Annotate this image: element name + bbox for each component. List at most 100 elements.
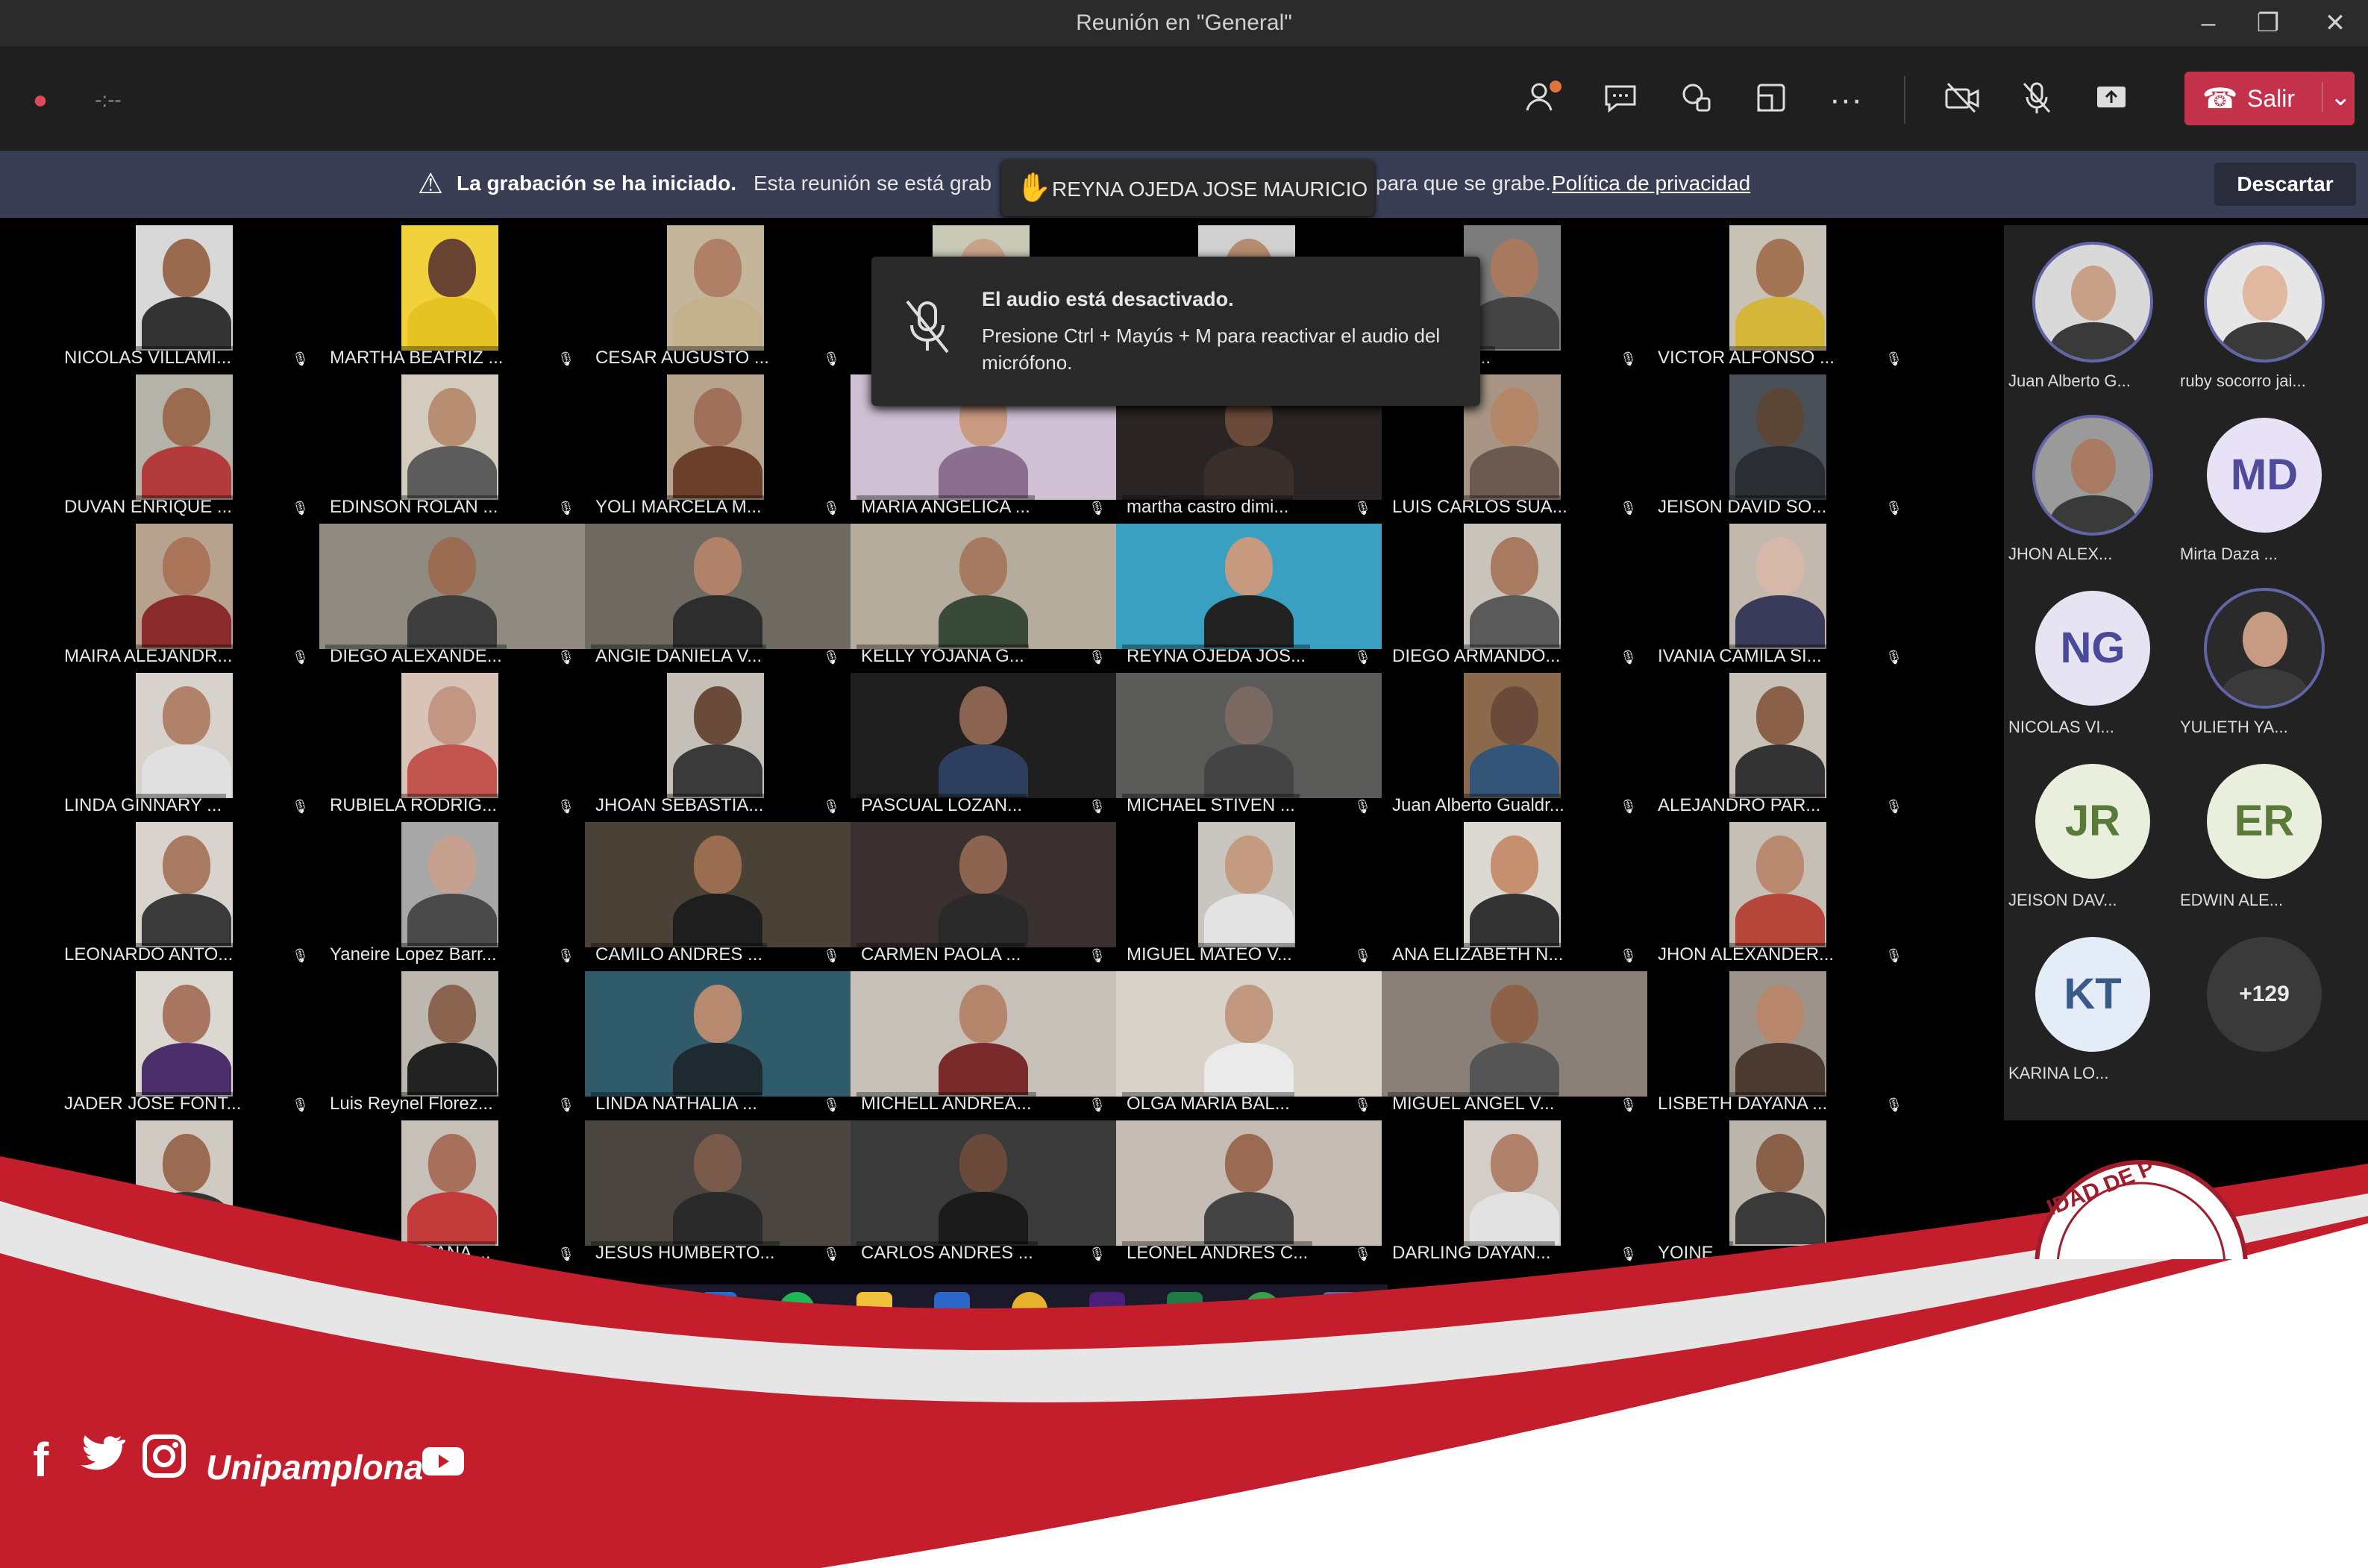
teams-icon[interactable]: [1322, 1292, 1358, 1328]
video-tile[interactable]: MIGUEL ANGEL V... 🎙: [1382, 971, 1647, 1119]
excel-icon[interactable]: [1167, 1292, 1203, 1328]
video-tile[interactable]: LISBETH DAYANA ... 🎙: [1647, 971, 1913, 1119]
video-tile[interactable]: CARLOS ANDRES ... 🎙: [851, 1120, 1116, 1268]
avatar-body: [2050, 322, 2137, 360]
video-tile[interactable]: DARLING DAYAN... 🎙: [1382, 1120, 1647, 1268]
mic-muted-icon: 🎙: [557, 501, 574, 515]
close-icon[interactable]: ✕: [2313, 4, 2358, 42]
gallery-participant[interactable]: ER EDWIN ALE...: [2176, 744, 2325, 918]
chrome-icon[interactable]: [1012, 1292, 1047, 1328]
mic-off-icon[interactable]: [2014, 78, 2059, 122]
participant-face: [163, 985, 210, 1043]
participant-name: CAMILO ANDRES ...: [591, 943, 768, 967]
video-tile[interactable]: KELLY YOJANA G... 🎙: [851, 524, 1116, 671]
participant-name: Luis Reynel Florez...: [325, 1092, 498, 1116]
video-tile[interactable]: DUVAN ENRIQUE ... 🎙: [54, 374, 319, 522]
video-tile[interactable]: MARTHA BEATRIZ ... 🎙: [319, 225, 585, 373]
video-tile[interactable]: JESUS HUMBERTO... 🎙: [585, 1120, 851, 1268]
mic-muted-icon: 🎙: [1885, 948, 1902, 963]
spotify-icon[interactable]: [779, 1292, 815, 1328]
video-tile[interactable]: ...ANNY JHOANA ... 🎙: [319, 1120, 585, 1268]
video-tile[interactable]: Yaneire Lopez Barr... 🎙: [319, 822, 585, 970]
minimize-icon[interactable]: –: [2186, 4, 2231, 42]
gallery-participant[interactable]: JR JEISON DAV...: [2004, 744, 2153, 918]
video-tile[interactable]: ANGIE DANIELA V... 🎙: [585, 524, 851, 671]
video-tile[interactable]: RUBIELA RODRIG... 🎙: [319, 673, 585, 821]
gallery-participant[interactable]: NG NICOLAS VI...: [2004, 571, 2153, 744]
folder-icon[interactable]: [856, 1292, 892, 1328]
rooms-icon[interactable]: [1749, 78, 1794, 122]
youtube-icon[interactable]: [421, 1444, 466, 1484]
video-tile[interactable]: EDINSON ROLAN ... 🎙: [319, 374, 585, 522]
privacy-policy-link[interactable]: Política de privacidad: [1552, 172, 1750, 195]
avatar-face: [2243, 612, 2287, 667]
gallery-participant[interactable]: JHON ALEX...: [2004, 398, 2153, 571]
gallery-participant[interactable]: +129: [2176, 918, 2325, 1091]
video-tile[interactable]: JEISON DAVID SO... 🎙: [1647, 374, 1913, 522]
video-tile[interactable]: YOLI MARCELA M... 🎙: [585, 374, 851, 522]
chat-icon[interactable]: [1598, 78, 1643, 122]
video-tile[interactable]: ANA ELIZABETH N... 🎙: [1382, 822, 1647, 970]
video-tile[interactable]: DIEGO ARMANDO... 🎙: [1382, 524, 1647, 671]
video-tile[interactable]: CESAR AUGUSTO ... 🎙: [585, 225, 851, 373]
camera-off-icon[interactable]: [1940, 78, 1985, 122]
more-icon[interactable]: ···: [1823, 78, 1868, 122]
video-tile[interactable]: NICOLAS VILLAMI... 🎙: [54, 225, 319, 373]
video-tile[interactable]: YOINE... 🎙: [1647, 1120, 1913, 1268]
gallery-participant[interactable]: KT KARINA LO...: [2004, 918, 2153, 1091]
raised-hand-icon: ✋: [1016, 172, 1052, 204]
video-tile[interactable]: REYNA OJEDA JOS... 🎙: [1116, 524, 1382, 671]
reactions-icon[interactable]: [1674, 78, 1719, 122]
instagram-icon[interactable]: [140, 1432, 188, 1491]
video-tile[interactable]: LEONARDO ANTO... 🎙: [54, 822, 319, 970]
video-tile[interactable]: IVANIA CAMILA SI... 🎙: [1647, 524, 1913, 671]
video-tile[interactable]: MICHELL ANDREA... 🎙: [851, 971, 1116, 1119]
participant-face: [1225, 835, 1273, 894]
video-tile[interactable]: LINDA GINNARY ... 🎙: [54, 673, 319, 821]
participant-body: [1735, 446, 1825, 498]
video-tile[interactable]: DIEGO ALEXANDE... 🎙: [319, 524, 585, 671]
mic-muted-icon: 🎙: [1620, 948, 1637, 963]
video-tile[interactable]: VICTOR ALFONSO ... 🎙: [1647, 225, 1913, 373]
participant-face: [163, 1134, 210, 1192]
taskbar-app-icon[interactable]: [701, 1292, 737, 1328]
video-tile[interactable]: Luis Reynel Florez... 🎙: [319, 971, 585, 1119]
twitter-icon[interactable]: [78, 1432, 126, 1488]
video-tile[interactable]: LINDA NATHALIA ... 🎙: [585, 971, 851, 1119]
mic-muted-icon: 🎙: [823, 799, 840, 814]
video-tile[interactable]: MIGUEL MATEO V... 🎙: [1116, 822, 1382, 970]
video-tile[interactable]: OLGA MARIA BAL... 🎙: [1116, 971, 1382, 1119]
video-tile[interactable]: [54, 1120, 319, 1268]
video-tile[interactable]: Juan Alberto Gualdr... 🎙: [1382, 673, 1647, 821]
video-tile[interactable]: MICHAEL STIVEN ... 🎙: [1116, 673, 1382, 821]
participant-face: [1225, 1134, 1273, 1192]
facebook-icon[interactable]: f: [33, 1432, 48, 1487]
dismiss-button[interactable]: Descartar: [2214, 163, 2356, 206]
chevron-down-icon[interactable]: ⌄: [2322, 82, 2352, 112]
gallery-participant[interactable]: ruby socorro jai...: [2176, 225, 2325, 398]
video-tile[interactable]: LEONEL ANDRES C... 🎙: [1116, 1120, 1382, 1268]
video-tile[interactable]: JHOAN SEBASTIA... 🎙: [585, 673, 851, 821]
toast-title: El audio está desactivado.: [982, 288, 1234, 310]
video-tile[interactable]: CARMEN PAOLA ... 🎙: [851, 822, 1116, 970]
video-tile[interactable]: JHON ALEXANDER... 🎙: [1647, 822, 1913, 970]
participant-name: JHON ALEXANDER...: [1653, 943, 1839, 967]
video-tile[interactable]: ALEJANDRO PAR... 🎙: [1647, 673, 1913, 821]
video-tile[interactable]: CAMILO ANDRES ... 🎙: [585, 822, 851, 970]
premiere-icon[interactable]: [1089, 1292, 1125, 1328]
video-tile[interactable]: JADER JOSE FONT... 🎙: [54, 971, 319, 1119]
leave-button[interactable]: ☎ Salir ⌄: [2184, 72, 2355, 125]
mic-muted-icon: 🎙: [823, 650, 840, 665]
video-tile[interactable]: PASCUAL LOZAN... 🎙: [851, 673, 1116, 821]
gallery-participant[interactable]: Juan Alberto G...: [2004, 225, 2153, 398]
maximize-icon[interactable]: ❐: [2246, 4, 2290, 42]
participant-body: [407, 744, 497, 797]
video-tile[interactable]: MAIRA ALEJANDR... 🎙: [54, 524, 319, 671]
participants-icon[interactable]: [1522, 78, 1567, 122]
chrome-alt-icon[interactable]: [1244, 1292, 1280, 1328]
gallery-participant[interactable]: MD Mirta Daza ...: [2176, 398, 2325, 571]
word-icon[interactable]: [934, 1292, 970, 1328]
gallery-participant[interactable]: YULIETH YA...: [2176, 571, 2325, 744]
share-screen-icon[interactable]: [2089, 78, 2134, 122]
participant-body: [142, 1192, 231, 1244]
